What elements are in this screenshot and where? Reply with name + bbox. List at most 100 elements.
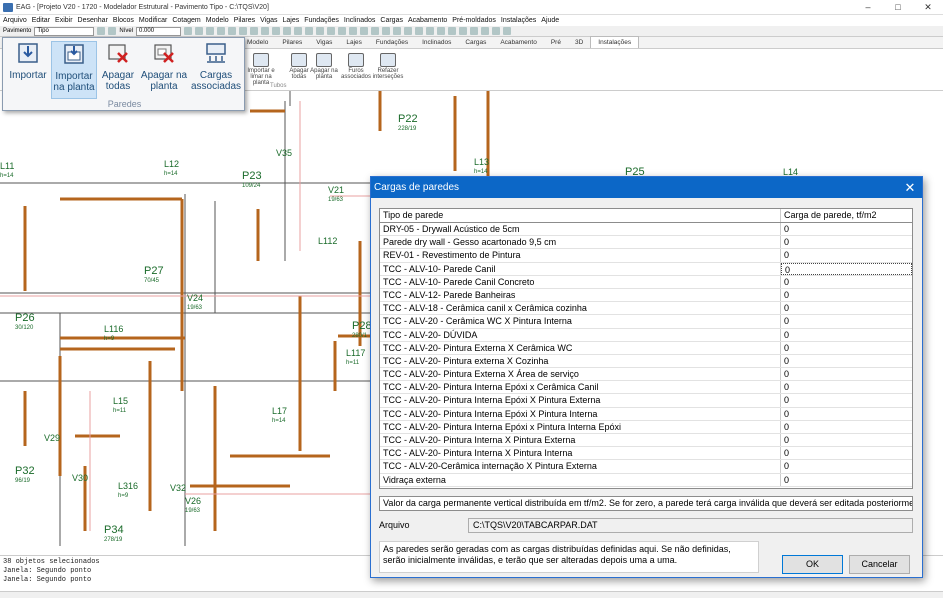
plan-element-label[interactable]: P28	[352, 320, 372, 332]
toolbar-icon[interactable]	[217, 27, 226, 35]
grid-row[interactable]: TCC - ALV-12- Parede Banheiras 0	[380, 288, 912, 303]
plan-element-label[interactable]: P27	[144, 265, 164, 277]
ribbon-button[interactable]: Refazer interseções	[372, 53, 404, 80]
cell-carga[interactable]: 0	[781, 460, 912, 472]
toolbar-icon[interactable]	[470, 27, 479, 35]
nivel-select[interactable]: 0.000	[136, 26, 182, 36]
toolbar-icon[interactable]	[481, 27, 490, 35]
menu-item[interactable]: Lajes	[283, 17, 300, 24]
cell-carga[interactable]: 0	[781, 315, 912, 327]
loads-button[interactable]: Cargas associadas	[191, 41, 241, 99]
ribbon-tab[interactable]: Inclinados	[415, 37, 458, 48]
cell-carga[interactable]: 0	[781, 355, 912, 367]
toolbar-icon[interactable]	[349, 27, 358, 35]
menu-item[interactable]: Cargas	[380, 17, 403, 24]
ribbon-tab[interactable]: Fundações	[369, 37, 415, 48]
menu-item[interactable]: Vigas	[260, 17, 277, 24]
minimize-button[interactable]: –	[853, 2, 883, 13]
ribbon-button[interactable]: Apagar na planta	[308, 53, 340, 80]
cell-carga[interactable]: 0	[781, 381, 912, 393]
toolbar-icon[interactable]	[492, 27, 501, 35]
toolbar-icon[interactable]	[261, 27, 270, 35]
import-plan-button[interactable]: Importar na planta	[51, 41, 97, 99]
plan-element-label[interactable]: V26	[185, 496, 201, 506]
grid-row[interactable]: TCC - ALV-20- Pintura Externa X Área de …	[380, 368, 912, 382]
ribbon-button[interactable]: Importar e limar na planta	[245, 53, 277, 86]
plan-element-label[interactable]: L116	[104, 324, 123, 334]
arquivo-field[interactable]: C:\TQS\V20\TABCARPAR.DAT	[468, 518, 913, 533]
plan-element-label[interactable]: V30	[72, 473, 88, 483]
toolbar-icon[interactable]	[108, 27, 117, 35]
toolbar-icon[interactable]	[437, 27, 446, 35]
ribbon-tab[interactable]: Vigas	[309, 37, 339, 48]
grid-row[interactable]: TCC - ALV-20- Pintura Interna Epóxi X Pi…	[380, 394, 912, 408]
cell-carga[interactable]: 0	[781, 249, 912, 261]
plan-element-label[interactable]: P26	[15, 312, 35, 324]
cell-carga[interactable]: 0	[781, 276, 912, 288]
cell-carga[interactable]: 0	[781, 408, 912, 420]
delete-plan-button[interactable]: Apagar na planta	[139, 41, 189, 99]
toolbar-icon[interactable]	[294, 27, 303, 35]
plan-element-label[interactable]: V24	[187, 293, 203, 303]
toolbar-icon[interactable]	[206, 27, 215, 35]
plan-element-label[interactable]: L117	[346, 348, 365, 358]
toolbar-icon[interactable]	[228, 27, 237, 35]
ribbon-tab[interactable]: 3D	[568, 37, 590, 48]
grid-row[interactable]: TCC - ALV-20- Pintura Interna Epóxi x Ce…	[380, 381, 912, 395]
grid-row[interactable]: TCC - ALV-20- DÚVIDA 0	[380, 328, 912, 342]
menu-item[interactable]: Ajude	[541, 17, 559, 24]
plan-element-label[interactable]: V21	[328, 185, 344, 195]
toolbar-icon[interactable]	[283, 27, 292, 35]
ribbon-tab[interactable]: Instalações	[590, 36, 640, 48]
menu-item[interactable]: Editar	[32, 17, 50, 24]
menu-item[interactable]: Acabamento	[408, 17, 447, 24]
menu-item[interactable]: Arquivo	[3, 17, 27, 24]
cell-carga[interactable]: 0	[781, 421, 912, 433]
menu-item[interactable]: Pré-moldados	[452, 17, 496, 24]
grid-row[interactable]: TCC - ALV-20- Pintura externa X Cozinha 0	[380, 354, 912, 369]
grid-row[interactable]: TCC - ALV-10- Parede Canil 0	[380, 262, 912, 276]
ribbon-tab[interactable]: Lajes	[339, 37, 369, 48]
toolbar-icon[interactable]	[97, 27, 106, 35]
grid-row[interactable]: TCC - ALV-20- Pintura Externa X Cerâmica…	[380, 341, 912, 355]
ribbon-tab[interactable]: Acabamento	[493, 37, 544, 48]
toolbar-icon[interactable]	[382, 27, 391, 35]
toolbar-icon[interactable]	[305, 27, 314, 35]
ribbon-button[interactable]: Furos associados	[340, 53, 372, 80]
cell-carga[interactable]: 0	[781, 394, 912, 406]
toolbar-icon[interactable]	[371, 27, 380, 35]
toolbar-icon[interactable]	[338, 27, 347, 35]
menu-item[interactable]: Modificar	[139, 17, 167, 24]
grid-row[interactable]: TCC - ALV-10- Parede Canil Concreto 0	[380, 275, 912, 289]
delete-all-button[interactable]: Apagar todas	[98, 41, 138, 99]
cell-carga[interactable]: 0	[781, 223, 912, 235]
menu-item[interactable]: Desenhar	[78, 17, 108, 24]
plan-element-label[interactable]: P23	[242, 170, 262, 182]
toolbar-icon[interactable]	[459, 27, 468, 35]
plan-element-label[interactable]: L12	[164, 159, 179, 169]
cell-carga[interactable]: 0	[781, 262, 912, 275]
pavimento-select[interactable]: Tipo	[34, 26, 95, 36]
plan-element-label[interactable]: P34	[104, 524, 124, 536]
menu-item[interactable]: Modelo	[206, 17, 229, 24]
ok-button[interactable]: OK	[782, 555, 843, 574]
menu-item[interactable]: Fundações	[304, 17, 339, 24]
cell-carga[interactable]: 0	[781, 474, 912, 486]
menu-item[interactable]: Pilares	[234, 17, 255, 24]
ribbon-tab[interactable]: Cargas	[458, 37, 493, 48]
cell-carga[interactable]: 0	[781, 447, 912, 459]
close-window-button[interactable]: ✕	[913, 2, 943, 13]
toolbar-icon[interactable]	[426, 27, 435, 35]
plan-element-label[interactable]: L316	[118, 481, 138, 491]
cell-carga[interactable]: 0	[781, 289, 912, 301]
cell-carga[interactable]: 0	[781, 434, 912, 446]
toolbar-icon[interactable]	[393, 27, 402, 35]
grid-row[interactable]: TCC - ALV-20- Pintura Interna Epóxi X Pi…	[380, 407, 912, 421]
grid-row[interactable]: TCC - ALV-20- Pintura Interna X Pintura …	[380, 434, 912, 448]
toolbar-icon[interactable]	[415, 27, 424, 35]
plan-element-label[interactable]: L112	[318, 236, 337, 246]
cell-carga[interactable]: 0	[781, 329, 912, 341]
toolbar-icon[interactable]	[250, 27, 259, 35]
cell-carga[interactable]: 0	[781, 342, 912, 354]
plan-element-label[interactable]: L11	[0, 161, 14, 171]
